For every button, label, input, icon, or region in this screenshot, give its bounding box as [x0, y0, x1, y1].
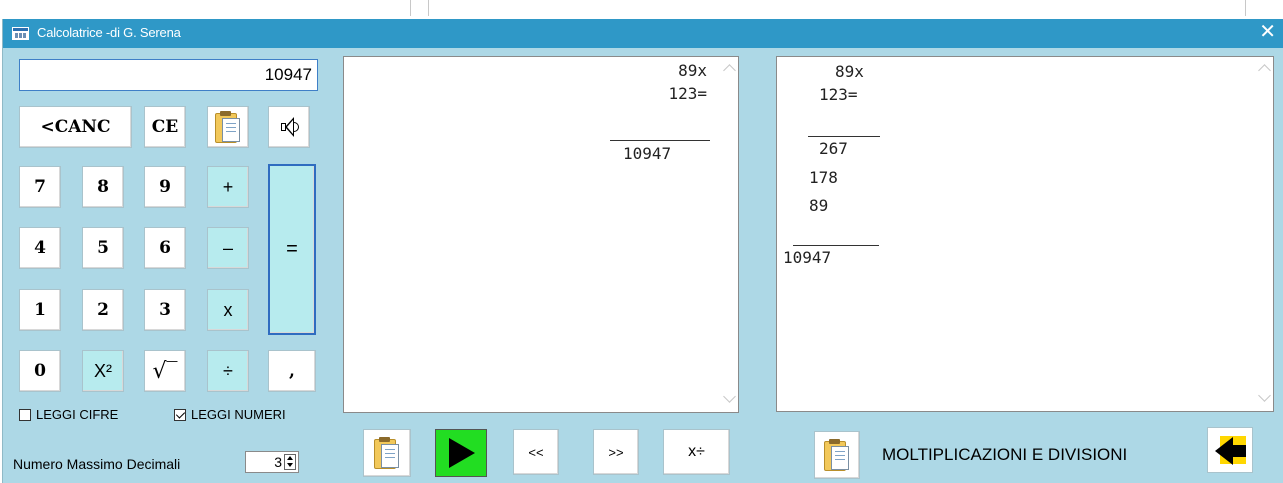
leggi-cifre-label: LEGGI CIFRE [36, 407, 119, 422]
partial-product: 178 [809, 168, 838, 187]
speaker-icon [278, 116, 300, 138]
operand-line: 89x [678, 61, 707, 80]
cancel-button[interactable]: <CANC [19, 106, 132, 148]
clipboard-button[interactable] [207, 106, 249, 148]
square-button[interactable]: X² [82, 350, 124, 392]
digit-6-button[interactable]: 6 [144, 227, 186, 269]
plus-button[interactable]: + [207, 166, 249, 208]
operand-line: 89x [835, 62, 864, 81]
digit-8-button[interactable]: 8 [82, 166, 124, 208]
clear-entry-button[interactable]: CE [144, 106, 186, 148]
partial-product: 89 [809, 196, 829, 215]
copy-button[interactable] [363, 429, 411, 477]
digit-2-button[interactable]: 2 [82, 289, 124, 331]
digit-7-button[interactable]: 7 [19, 166, 61, 208]
digit-0-button[interactable]: 0 [19, 350, 61, 392]
times-button[interactable]: x [207, 289, 249, 331]
max-decimals-value: 3 [274, 454, 282, 470]
max-decimals-label: Numero Massimo Decimali [13, 456, 181, 472]
checkbox-box[interactable] [19, 408, 31, 421]
spinner-arrows-icon[interactable] [284, 454, 296, 470]
clipboard-icon [824, 439, 850, 471]
scroll-down-icon[interactable] [1258, 389, 1271, 402]
play-icon [449, 438, 475, 468]
detail-operation-panel[interactable]: 89x 123= 267 178 89 10947 [776, 56, 1274, 412]
clipboard-icon [374, 437, 400, 469]
previous-button[interactable]: << [513, 429, 559, 475]
digit-3-button[interactable]: 3 [144, 289, 186, 331]
leggi-numeri-checkbox[interactable]: LEGGI NUMERI [174, 407, 286, 422]
mode-button[interactable]: x÷ [663, 429, 730, 475]
result-line: 10947 [623, 144, 672, 163]
divider [1245, 0, 1246, 16]
next-button[interactable]: >> [593, 429, 639, 475]
section-title: MOLTIPLICAZIONI E DIVISIONI [882, 445, 1128, 464]
comma-button[interactable]: , [268, 350, 316, 392]
divider [428, 0, 429, 16]
result-rule [610, 140, 710, 141]
scroll-down-icon[interactable] [723, 390, 736, 403]
partial-product: 267 [819, 139, 848, 158]
scroll-up-icon[interactable] [723, 64, 736, 77]
window-title: Calcolatrice -di G. Serena [37, 25, 181, 40]
vertical-scrollbar[interactable] [1256, 57, 1273, 411]
result-line: 10947 [783, 248, 832, 267]
operand-line: 123= [668, 84, 707, 103]
arrow-shaft [1232, 445, 1246, 457]
app-icon [12, 27, 29, 40]
result-rule [793, 245, 879, 246]
divider [410, 0, 411, 16]
equals-button[interactable]: = [268, 164, 316, 335]
title-bar: Calcolatrice -di G. Serena ✕ [3, 19, 1283, 48]
partial-rule [808, 136, 880, 137]
divide-button[interactable]: ÷ [207, 350, 249, 392]
calculator-window: Calcolatrice -di G. Serena ✕ 10947 <CANC… [2, 19, 1283, 483]
desktop-top-strip [0, 0, 1283, 19]
digit-5-button[interactable]: 5 [82, 227, 124, 269]
compact-operation-panel[interactable]: 89x 123= 10947 [343, 56, 739, 413]
play-button[interactable] [435, 429, 487, 477]
scroll-up-icon[interactable] [1258, 64, 1271, 77]
digit-4-button[interactable]: 4 [19, 227, 61, 269]
calculator-display[interactable]: 10947 [19, 59, 318, 91]
vertical-scrollbar[interactable] [721, 57, 738, 412]
digit-9-button[interactable]: 9 [144, 166, 186, 208]
max-decimals-spinner[interactable]: 3 [245, 451, 299, 473]
square-root-button[interactable]: √‾ [144, 350, 186, 392]
checkbox-box-checked[interactable] [174, 408, 186, 421]
digit-1-button[interactable]: 1 [19, 289, 61, 331]
leggi-numeri-label: LEGGI NUMERI [191, 407, 286, 422]
operand-line: 123= [819, 85, 858, 104]
arrow-head [1215, 437, 1233, 465]
back-button[interactable] [1207, 427, 1253, 473]
copy-detail-button[interactable] [814, 431, 860, 479]
clipboard-icon [215, 111, 241, 143]
close-button[interactable]: ✕ [1259, 21, 1276, 43]
minus-button[interactable]: – [207, 227, 249, 269]
leggi-cifre-checkbox[interactable]: LEGGI CIFRE [19, 407, 118, 422]
speaker-button[interactable] [268, 106, 310, 148]
